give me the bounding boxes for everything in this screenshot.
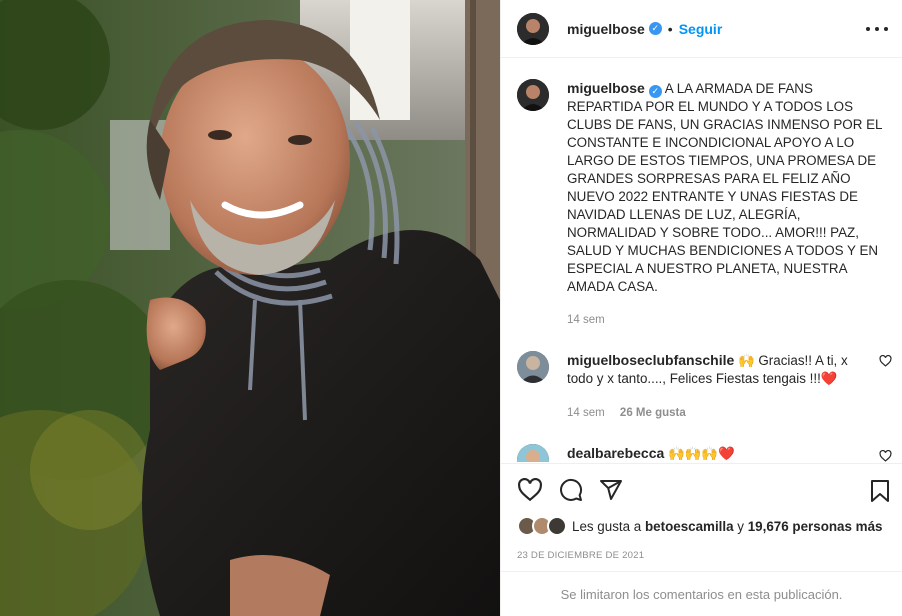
like-comment-heart-icon[interactable]: [879, 355, 892, 367]
verified-badge-icon: ✓: [648, 85, 662, 98]
like-comment-heart-icon[interactable]: [879, 450, 892, 462]
header-author-group: miguelbose ✓ • Seguir: [567, 21, 722, 37]
comment-username[interactable]: dealbarebecca: [567, 445, 664, 461]
comment-item: miguelboseclubfanschile 🙌 Gracias!! A ti…: [501, 351, 902, 422]
comment-username[interactable]: miguelboseclubfanschile: [567, 352, 734, 368]
more-dot: [866, 27, 870, 31]
comments-scroll-area[interactable]: miguelbose ✓ A LA ARMADA DE FANS REPARTID…: [501, 59, 902, 462]
comment-text: 🙌🙌🙌❤️: [668, 446, 735, 461]
likes-summary: Les gusta a betoescamilla y 19,676 perso…: [517, 516, 882, 536]
more-dot: [875, 27, 879, 31]
liker-avatars[interactable]: [517, 516, 567, 536]
caption-body: miguelbose ✓ A LA ARMADA DE FANS REPARTID…: [567, 79, 886, 329]
comment-body: dealbarebecca 🙌🙌🙌❤️: [567, 444, 867, 462]
separator-dot: •: [667, 20, 673, 37]
likes-prefix: Les gusta a: [572, 518, 642, 534]
more-options-icon[interactable]: [866, 18, 888, 40]
comment-meta: 14 sem 26 Me gusta: [567, 404, 867, 422]
share-paper-plane-icon[interactable]: [599, 478, 623, 502]
comment-age[interactable]: 14 sem: [567, 407, 605, 419]
author-username[interactable]: miguelbose: [567, 21, 645, 37]
more-dot: [884, 27, 888, 31]
like-heart-icon[interactable]: [517, 478, 543, 502]
save-bookmark-icon[interactable]: [870, 480, 890, 502]
post-photo[interactable]: [0, 0, 500, 616]
post-caption: miguelbose ✓ A LA ARMADA DE FANS REPARTID…: [501, 59, 902, 329]
comment-bubble-icon[interactable]: [559, 478, 583, 502]
commenter-avatar[interactable]: [517, 444, 549, 462]
caption-age-text[interactable]: 14 sem: [567, 314, 605, 326]
caption-author-avatar[interactable]: [517, 79, 549, 111]
post-photo-illustration: [0, 0, 500, 616]
caption-username[interactable]: miguelbose: [567, 80, 645, 96]
comment-body: miguelboseclubfanschile 🙌 Gracias!! A ti…: [567, 351, 867, 422]
likes-user-link[interactable]: betoescamilla: [645, 519, 734, 534]
post-actions-bar: [501, 463, 902, 515]
post-side-panel: miguelbose ✓ • Seguir miguelbose ✓ A LA …: [500, 0, 902, 616]
follow-button[interactable]: Seguir: [679, 21, 723, 37]
author-avatar[interactable]: [517, 12, 549, 45]
post-header: miguelbose ✓ • Seguir: [501, 0, 902, 58]
caption-age: 14 sem: [567, 311, 886, 329]
comments-limited-notice: Se limitaron los comentarios en esta pub…: [501, 571, 902, 616]
comment-likes-count[interactable]: 26 Me gusta: [620, 407, 686, 419]
post-date[interactable]: 23 DE DICIEMBRE DE 2021: [517, 550, 644, 561]
instagram-post: miguelbose ✓ • Seguir miguelbose ✓ A LA …: [0, 0, 902, 616]
verified-badge-icon: ✓: [648, 22, 662, 35]
liker-avatar: [547, 516, 567, 536]
comment-item: dealbarebecca 🙌🙌🙌❤️: [501, 444, 902, 462]
action-icons: [517, 478, 888, 502]
commenter-avatar[interactable]: [517, 351, 549, 383]
likes-others-link[interactable]: 19,676 personas más: [748, 519, 883, 534]
caption-text: A LA ARMADA DE FANS REPARTIDA POR EL MUN…: [567, 81, 882, 294]
likes-conj: y: [737, 518, 744, 534]
